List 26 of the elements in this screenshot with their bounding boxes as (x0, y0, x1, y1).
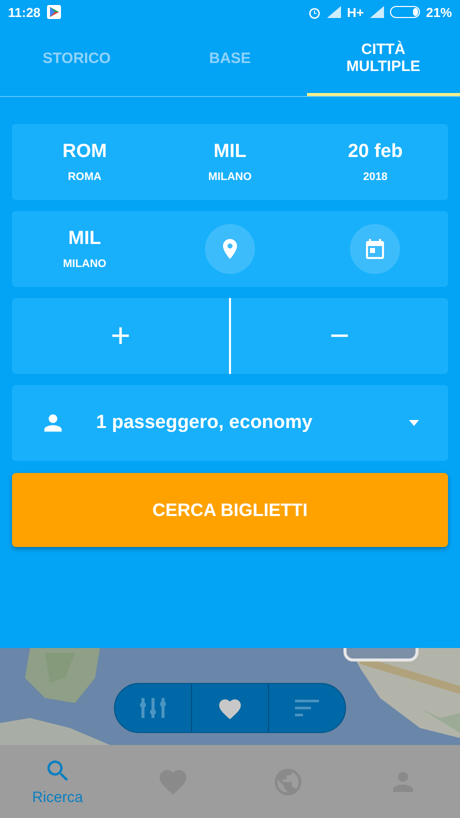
sort-icon (294, 698, 320, 718)
battery-icon (390, 6, 420, 18)
airport-code[interactable]: ROM (62, 141, 107, 163)
store-icon (46, 5, 61, 19)
airport-code[interactable]: MIL (214, 141, 246, 163)
tab[interactable]: BASE (153, 24, 307, 96)
signal-icon (370, 6, 384, 18)
alarm-icon (308, 6, 321, 18)
city-name: MILANO (62, 258, 106, 270)
signal-icon (326, 6, 341, 18)
airport-code[interactable]: 20 feb (348, 141, 403, 163)
dropdown-caret-icon (408, 419, 420, 427)
add-leg-button[interactable]: + (12, 298, 229, 374)
tab[interactable]: STORICO (0, 24, 154, 96)
airport-code[interactable]: MIL (68, 228, 102, 250)
passenger-selector[interactable]: 1 passeggero, economy (12, 385, 448, 461)
sliders-icon (140, 696, 166, 720)
battery-percent: 21% (426, 4, 452, 20)
remove-leg-button[interactable]: − (231, 298, 448, 374)
search-button[interactable]: CERCA BIGLIETTI (12, 473, 448, 547)
city-name: 2018 (363, 171, 388, 183)
city-name: ROMA (68, 171, 102, 183)
clock-time: 11:28 (8, 4, 41, 20)
tab[interactable]: CITTÀ MULTIPLE (306, 24, 460, 96)
network-type: H+ (346, 4, 364, 20)
city-name: MILANO (208, 171, 252, 183)
